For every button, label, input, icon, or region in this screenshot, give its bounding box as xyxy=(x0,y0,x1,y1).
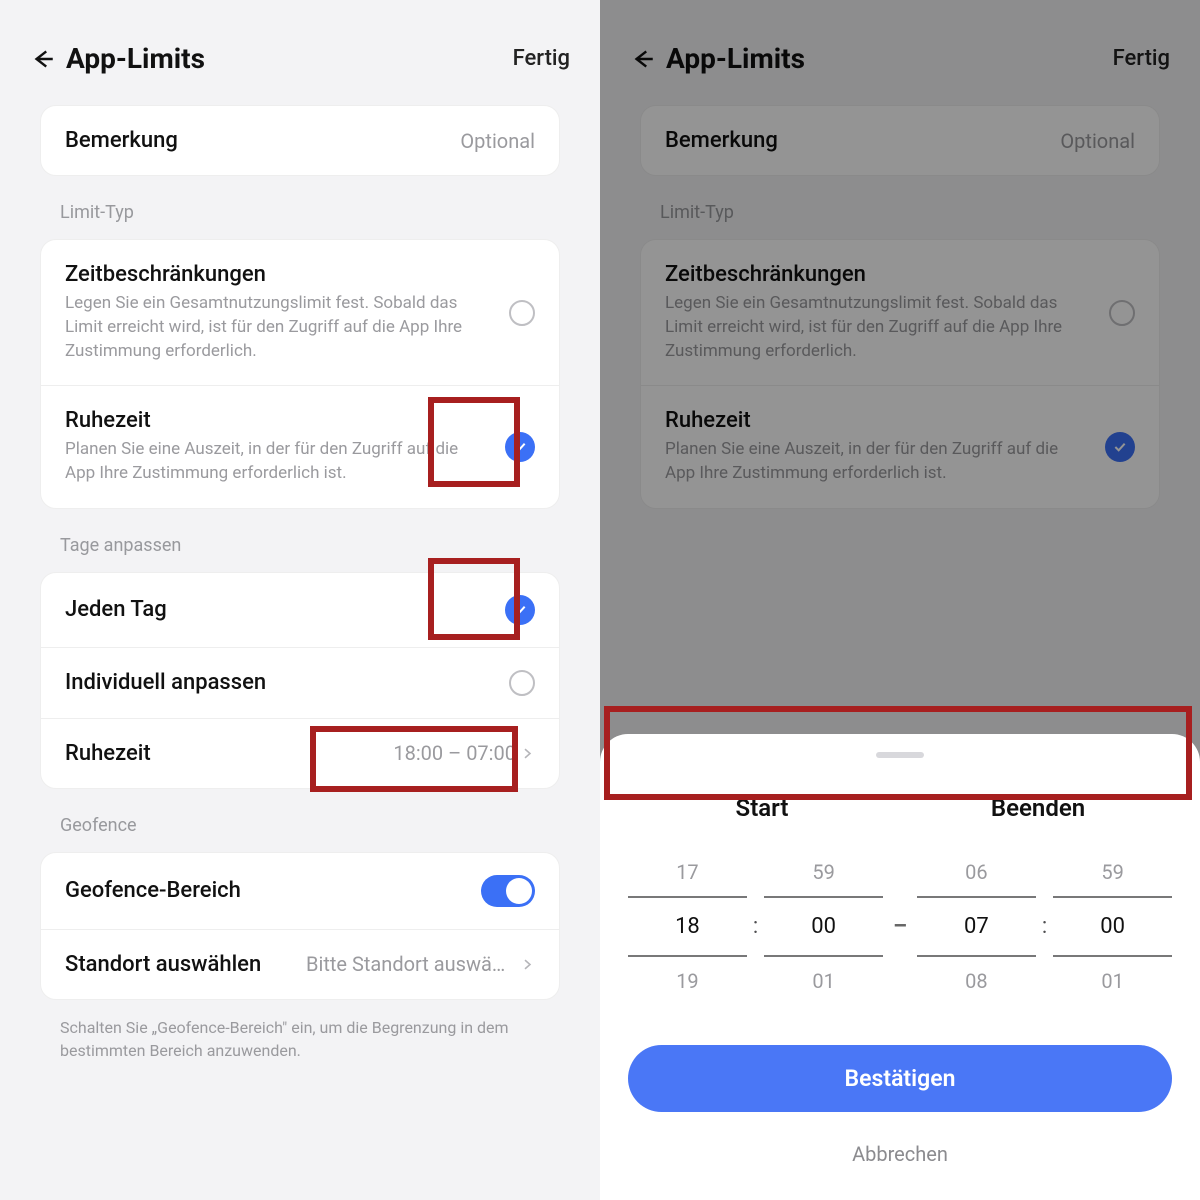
end-minute-wheel[interactable]: 59 00 01 xyxy=(1049,860,1176,993)
geofence-area-label: Geofence-Bereich xyxy=(65,878,241,903)
geofence-footnote: Schalten Sie „Geofence-Bereich" ein, um … xyxy=(40,1000,560,1078)
picker-current-value: 00 xyxy=(764,896,883,957)
picker-current-value: 00 xyxy=(1053,896,1172,957)
picker-next-value: 19 xyxy=(624,969,751,993)
custom-days-option[interactable]: Individuell anpassen xyxy=(41,647,559,718)
section-days: Tage anpassen xyxy=(40,509,560,572)
radio-unchecked-icon[interactable] xyxy=(509,670,535,696)
picker-next-value: 08 xyxy=(913,969,1040,993)
quiet-time-option[interactable]: Ruhezeit Planen Sie eine Auszeit, in der… xyxy=(41,385,559,508)
time-picker-sheet: Start Beenden 17 18 19 : 59 00 01 – 06 xyxy=(600,734,1200,1200)
picker-prev-value: 06 xyxy=(913,860,1040,884)
cancel-button[interactable]: Abbrechen xyxy=(600,1142,1200,1166)
quiet-time-desc: Planen Sie eine Auszeit, in der für den … xyxy=(65,438,465,486)
every-day-label: Jeden Tag xyxy=(65,597,167,622)
picker-next-value: 01 xyxy=(760,969,887,993)
start-minute-wheel[interactable]: 59 00 01 xyxy=(760,860,887,993)
sheet-handle-icon[interactable] xyxy=(876,752,924,758)
location-select-value: Bitte Standort auswäh… xyxy=(306,952,516,976)
quiet-time-value-label: Ruhezeit xyxy=(65,741,151,766)
colon-separator: : xyxy=(751,914,760,939)
colon-separator: : xyxy=(1040,914,1049,939)
note-label: Bemerkung xyxy=(65,128,178,153)
radio-unchecked-icon[interactable] xyxy=(509,300,535,326)
section-geofence: Geofence xyxy=(40,789,560,852)
end-hour-wheel[interactable]: 06 07 08 xyxy=(913,860,1040,993)
quiet-time-value: 18:00 – 07:00 xyxy=(393,741,516,765)
time-limit-option[interactable]: Zeitbeschränkungen Legen Sie ein Gesamtn… xyxy=(41,240,559,385)
picker-start-header: Start xyxy=(624,794,900,822)
geofence-area-row[interactable]: Geofence-Bereich xyxy=(41,853,559,929)
done-button[interactable]: Fertig xyxy=(513,46,570,71)
limit-type-card: Zeitbeschränkungen Legen Sie ein Gesamtn… xyxy=(40,239,560,509)
radio-checked-icon[interactable] xyxy=(505,595,535,625)
days-card: Jeden Tag Individuell anpassen Ruhezeit … xyxy=(40,572,560,789)
chevron-right-icon xyxy=(520,746,535,761)
picker-next-value: 01 xyxy=(1049,969,1176,993)
start-hour-wheel[interactable]: 17 18 19 xyxy=(624,860,751,993)
custom-days-label: Individuell anpassen xyxy=(65,670,266,695)
picker-prev-value: 59 xyxy=(1049,860,1176,884)
confirm-button[interactable]: Bestätigen xyxy=(628,1045,1172,1112)
picker-prev-value: 59 xyxy=(760,860,887,884)
picker-end-header: Beenden xyxy=(900,794,1176,822)
quiet-time-value-row[interactable]: Ruhezeit 18:00 – 07:00 xyxy=(41,718,559,788)
location-select-row[interactable]: Standort auswählen Bitte Standort auswäh… xyxy=(41,929,559,999)
section-limit-type: Limit-Typ xyxy=(40,176,560,239)
note-placeholder: Optional xyxy=(460,129,535,153)
picker-prev-value: 17 xyxy=(624,860,751,884)
quiet-time-title: Ruhezeit xyxy=(65,408,505,433)
every-day-option[interactable]: Jeden Tag xyxy=(41,573,559,647)
note-row[interactable]: Bemerkung Optional xyxy=(41,106,559,175)
geofence-card: Geofence-Bereich Standort auswählen Bitt… xyxy=(40,852,560,1000)
note-card: Bemerkung Optional xyxy=(40,105,560,176)
range-dash: – xyxy=(887,914,913,939)
time-limit-title: Zeitbeschränkungen xyxy=(65,262,509,287)
toggle-on-icon[interactable] xyxy=(481,875,535,907)
location-select-label: Standort auswählen xyxy=(65,952,261,977)
time-limit-desc: Legen Sie ein Gesamtnutzungslimit fest. … xyxy=(65,292,465,363)
back-arrow-icon[interactable] xyxy=(28,44,58,74)
picker-current-value: 18 xyxy=(628,896,747,957)
radio-checked-icon[interactable] xyxy=(505,432,535,462)
chevron-right-icon xyxy=(520,957,535,972)
picker-current-value: 07 xyxy=(917,896,1036,957)
page-title: App-Limits xyxy=(66,42,513,75)
